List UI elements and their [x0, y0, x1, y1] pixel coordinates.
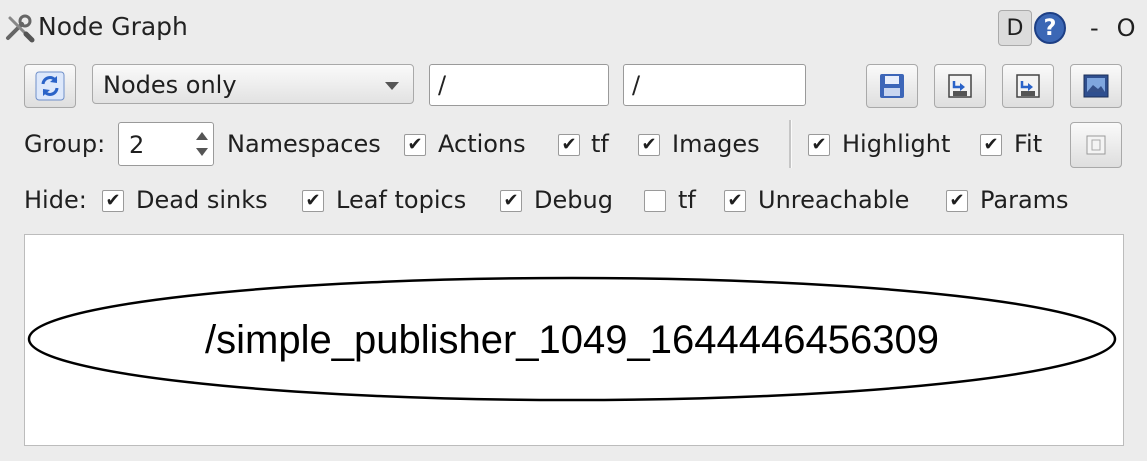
dead-sinks-label: Dead sinks	[136, 186, 268, 214]
node-label: /simple_publisher_1049_1644446456309	[205, 318, 939, 362]
fit-in-view-button[interactable]	[1070, 122, 1122, 168]
graph-type-combo[interactable]: Nodes only	[92, 64, 414, 104]
tf-label: tf	[591, 130, 609, 158]
fit-label: Fit	[1014, 130, 1043, 158]
images-label: Images	[672, 130, 760, 158]
debug-checkbox[interactable]: ✔	[500, 190, 522, 212]
topic-filter-input[interactable]	[624, 65, 805, 105]
group-label: Group:	[24, 130, 106, 158]
refresh-button[interactable]	[24, 64, 76, 108]
params-checkbox[interactable]: ✔	[946, 190, 968, 212]
help-button[interactable]: ?	[1034, 12, 1066, 44]
highlight-label: Highlight	[842, 130, 951, 158]
unreachable-checkbox[interactable]: ✔	[724, 190, 746, 212]
save-image-button[interactable]	[1070, 64, 1122, 108]
separator	[789, 120, 792, 168]
debug-label: Debug	[534, 186, 613, 214]
highlight-checkbox[interactable]: ✔	[808, 134, 830, 156]
chevron-down-icon	[385, 82, 399, 90]
dead-sinks-checkbox[interactable]: ✔	[102, 190, 124, 212]
group-spinbox[interactable]: 2	[118, 122, 214, 166]
wrench-screwdriver-icon	[6, 14, 35, 43]
fit-in-view-icon	[1086, 135, 1106, 155]
minimize-button[interactable]: -	[1090, 14, 1099, 42]
graph-node[interactable]: /simple_publisher_1049_1644446456309	[27, 276, 1117, 402]
load-dot-icon	[880, 74, 904, 98]
save-dot-icon	[948, 74, 972, 98]
hide-row: Hide: ✔ Dead sinks ✔ Leaf topics ✔ Debug…	[0, 176, 1147, 226]
graph-type-value: Nodes only	[103, 71, 237, 99]
graph-view[interactable]: /simple_publisher_1049_1644446456309	[24, 234, 1124, 446]
hide-tf-checkbox[interactable]	[644, 190, 666, 212]
namespace-filter-field[interactable]	[429, 64, 609, 106]
leaf-topics-label: Leaf topics	[336, 186, 467, 214]
options-button[interactable]: O	[1117, 14, 1136, 42]
title-bar: Node Graph D ? - O	[0, 0, 1147, 56]
group-value: 2	[129, 131, 145, 159]
fit-checkbox[interactable]: ✔	[980, 134, 1002, 156]
load-dot-button[interactable]	[866, 64, 918, 108]
images-checkbox[interactable]: ✔	[638, 134, 660, 156]
hide-tf-label: tf	[678, 186, 696, 214]
namespace-filter-input[interactable]	[430, 65, 608, 105]
save-svg-button[interactable]	[1002, 64, 1054, 108]
window-title: Node Graph	[38, 12, 188, 41]
namespaces-label: Namespaces	[227, 130, 381, 158]
spin-down-icon[interactable]	[196, 148, 208, 156]
save-image-icon	[1083, 74, 1109, 98]
options-row: Group: 2 Namespaces ✔ Actions ✔ tf ✔ Ima…	[0, 118, 1147, 172]
params-label: Params	[980, 186, 1069, 214]
dock-button[interactable]: D	[998, 10, 1032, 46]
save-svg-icon	[1016, 74, 1040, 98]
toolbar: Nodes only	[0, 60, 1147, 110]
graph-svg: /simple_publisher_1049_1644446456309	[27, 276, 1117, 402]
topic-filter-field[interactable]	[623, 64, 806, 106]
save-dot-button[interactable]	[934, 64, 986, 108]
leaf-topics-checkbox[interactable]: ✔	[302, 190, 324, 212]
unreachable-label: Unreachable	[758, 186, 910, 214]
spin-up-icon[interactable]	[196, 132, 208, 140]
actions-checkbox[interactable]: ✔	[404, 134, 426, 156]
refresh-icon	[35, 71, 65, 101]
actions-label: Actions	[438, 130, 526, 158]
tf-checkbox[interactable]: ✔	[558, 134, 580, 156]
hide-label: Hide:	[24, 186, 87, 214]
